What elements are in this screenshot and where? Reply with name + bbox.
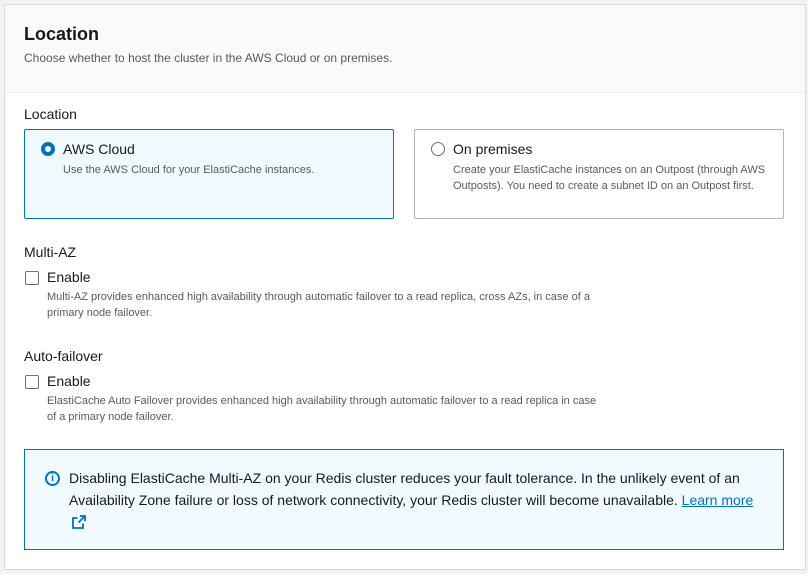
auto-failover-checkbox[interactable] (25, 375, 39, 389)
location-field-label: Location (24, 106, 77, 122)
panel-description: Choose whether to host the cluster in th… (24, 51, 393, 65)
auto-failover-label: Auto-failover (24, 348, 103, 364)
aws-cloud-radio[interactable] (41, 142, 55, 156)
on-premises-description: Create your ElastiCache instances on an … (453, 164, 766, 192)
alert-message: Disabling ElastiCache Multi-AZ on your R… (69, 467, 769, 533)
learn-more-label[interactable]: Learn more (682, 492, 754, 508)
on-premises-option[interactable]: On premises Create your ElastiCache inst… (414, 129, 784, 219)
auto-failover-enable-label[interactable]: Enable (47, 373, 91, 389)
aws-cloud-title: AWS Cloud (63, 141, 135, 157)
aws-cloud-description: Use the AWS Cloud for your ElastiCache i… (63, 164, 315, 176)
multi-az-enable-label[interactable]: Enable (47, 269, 91, 285)
panel-title: Location (24, 24, 99, 44)
multi-az-label: Multi-AZ (24, 244, 77, 260)
external-link-icon (72, 515, 86, 529)
alert-text: Disabling ElastiCache Multi-AZ on your R… (69, 470, 740, 508)
location-panel: Location Choose whether to host the clus… (4, 4, 806, 570)
aws-cloud-option[interactable]: AWS Cloud Use the AWS Cloud for your Ela… (24, 129, 394, 219)
auto-failover-description: ElastiCache Auto Failover provides enhan… (47, 395, 597, 423)
multi-az-description: Multi-AZ provides enhanced high availabi… (47, 291, 590, 319)
info-icon: i (45, 471, 60, 486)
info-alert: i Disabling ElastiCache Multi-AZ on your… (24, 449, 784, 550)
on-premises-radio[interactable] (431, 142, 445, 156)
panel-header: Location Choose whether to host the clus… (5, 5, 805, 93)
multi-az-checkbox[interactable] (25, 271, 39, 285)
on-premises-title: On premises (453, 141, 533, 157)
